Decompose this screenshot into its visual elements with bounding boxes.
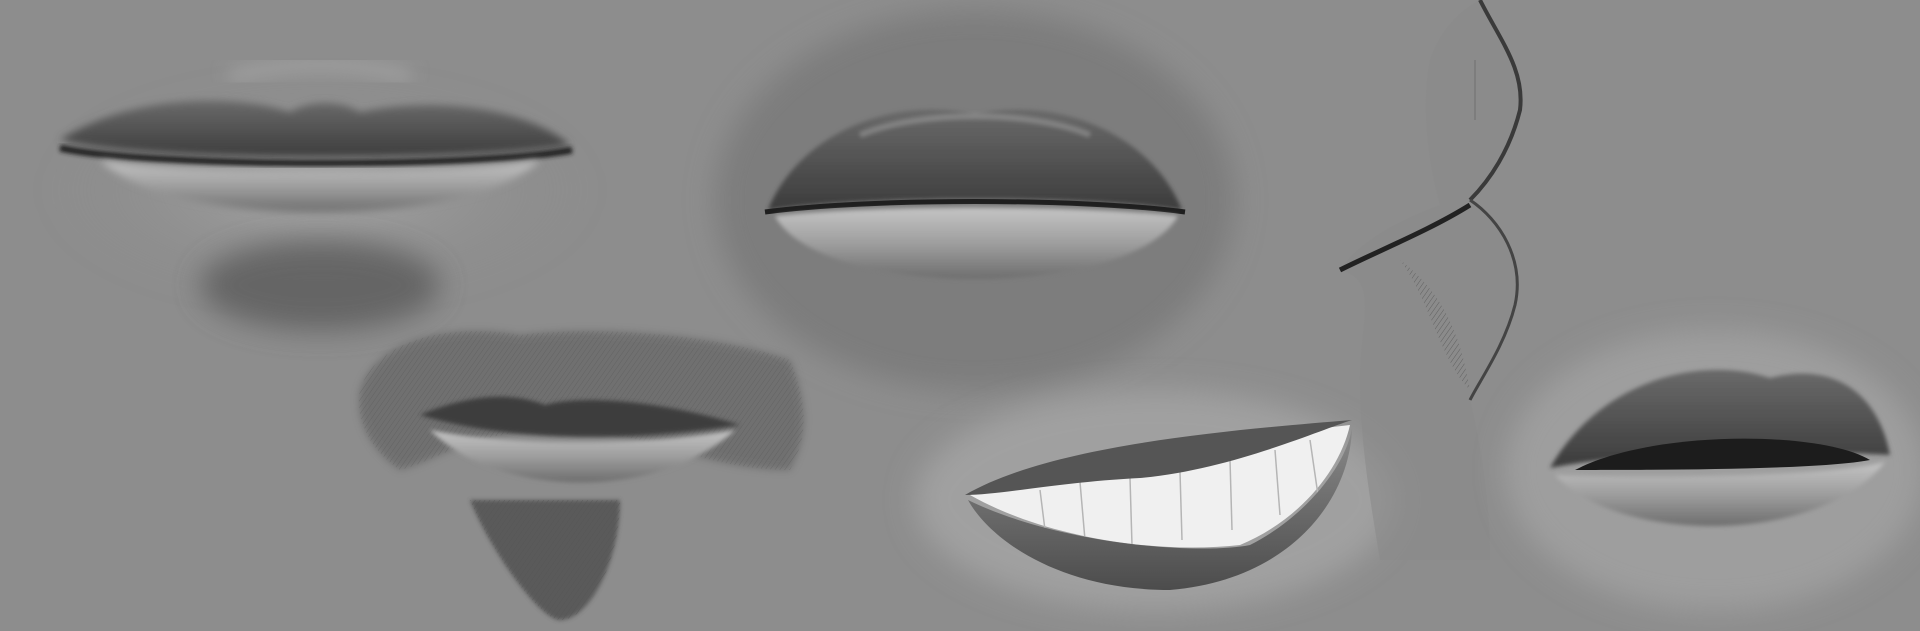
- goatee-beard-hatching: [470, 500, 620, 620]
- closed-lips-philtrum: [226, 55, 414, 87]
- profile-face: [1340, 0, 1521, 560]
- goatee-lips-study: [359, 330, 804, 620]
- smile-study: [915, 390, 1395, 610]
- sketch-canvas: [0, 0, 1920, 631]
- study-sheet: [50, 0, 1920, 620]
- full-lips-study: [715, 10, 1235, 390]
- goatee-lower-lip: [430, 430, 735, 483]
- parted-lips-study: [1505, 330, 1920, 610]
- closed-lips-study: [50, 55, 590, 330]
- closed-lips-chin-shadow: [200, 240, 440, 330]
- profile-study: [1338, 0, 1523, 560]
